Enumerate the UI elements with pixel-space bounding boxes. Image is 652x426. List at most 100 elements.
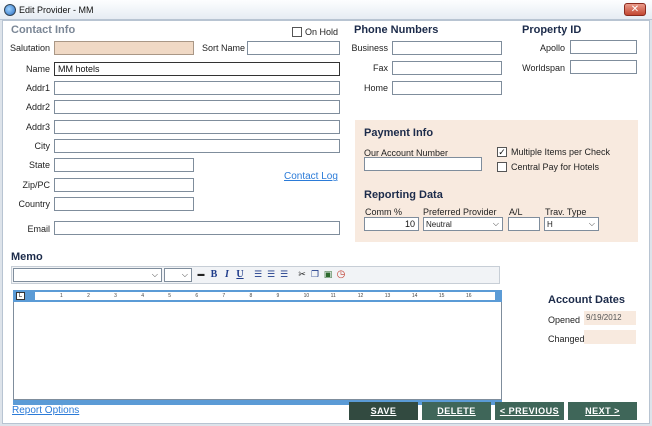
font-size-select[interactable]: ⌵	[164, 268, 192, 282]
worldspan-label: Worldspan	[522, 63, 565, 73]
country-field[interactable]	[54, 197, 194, 211]
ruler-mark: 12	[357, 293, 364, 299]
ruler-mark: 2	[87, 293, 90, 299]
report-options-link[interactable]: Report Options	[12, 405, 79, 416]
addr2-field[interactable]	[54, 100, 340, 114]
email-field[interactable]	[54, 221, 340, 235]
preferred-provider-select[interactable]: Neutral ⌵	[423, 217, 503, 231]
multiple-items-label: Multiple Items per Check	[511, 147, 611, 157]
name-field[interactable]: MM hotels	[54, 62, 340, 76]
comm-field[interactable]: 10	[364, 217, 419, 231]
ruler-mark: 10	[303, 293, 310, 299]
chevron-down-icon: ⌵	[151, 270, 158, 279]
sort-name-field[interactable]	[247, 41, 340, 55]
cut-icon[interactable]: ✂	[296, 269, 308, 281]
ruler-mark: 3	[114, 293, 117, 299]
italic-button[interactable]: I	[221, 269, 233, 281]
delete-button[interactable]: DELETE	[422, 402, 491, 420]
changed-label: Changed	[548, 334, 585, 344]
chevron-down-icon: ⌵	[492, 219, 499, 228]
font-select[interactable]: ⌵	[13, 268, 162, 282]
multiple-items-checkbox[interactable]: ✓	[497, 147, 507, 157]
addr3-label: Addr3	[25, 122, 50, 132]
underline-button[interactable]: U	[234, 269, 246, 281]
text-color-icon[interactable]: ▬	[195, 269, 207, 281]
previous-button[interactable]: < PREVIOUS	[495, 402, 564, 420]
ruler-mark: 5	[168, 293, 172, 299]
central-pay-checkbox[interactable]	[497, 162, 507, 172]
preferred-provider-value: Neutral	[426, 220, 452, 229]
trav-type-value: H	[547, 220, 553, 229]
state-label: State	[28, 160, 50, 170]
central-pay-label: Central Pay for Hotels	[511, 162, 600, 172]
align-center-icon[interactable]: ☰	[265, 269, 277, 281]
title-bar: Edit Provider - MM ✕	[0, 0, 652, 20]
trav-type-select[interactable]: H ⌵	[544, 217, 599, 231]
addr1-field[interactable]	[54, 81, 340, 95]
business-phone-field[interactable]	[392, 41, 502, 55]
opened-value: 9/19/2012	[584, 311, 636, 325]
next-button[interactable]: NEXT >	[568, 402, 637, 420]
fax-label: Fax	[372, 63, 388, 73]
changed-value	[584, 330, 636, 344]
ruler-mark: 11	[330, 293, 336, 299]
contact-log-link[interactable]: Contact Log	[284, 171, 338, 182]
ruler-mark: 13	[384, 293, 391, 299]
fax-field[interactable]	[392, 61, 502, 75]
account-dates-heading: Account Dates	[548, 294, 626, 306]
bold-button[interactable]: B	[208, 269, 220, 281]
align-right-icon[interactable]: ☰	[278, 269, 290, 281]
memo-heading: Memo	[11, 251, 43, 263]
ruler-ticks: 1 2 3 4 5 6 7 8 9 10 11 12 13 14 15 16	[35, 292, 495, 300]
phone-numbers-heading: Phone Numbers	[354, 24, 439, 36]
opened-label: Opened	[548, 315, 581, 325]
clock-icon[interactable]: ◷	[335, 269, 347, 281]
al-label: A/L	[509, 207, 523, 217]
ruler-mark: 7	[222, 293, 226, 299]
on-hold-checkbox[interactable]	[292, 27, 302, 37]
contact-info-heading: Contact Info	[11, 24, 76, 36]
addr1-label: Addr1	[25, 83, 50, 93]
memo-text-area[interactable]	[13, 302, 502, 400]
ruler-mark: 1	[60, 293, 63, 299]
paste-icon[interactable]: ▣	[322, 269, 334, 281]
zip-field[interactable]	[54, 178, 194, 192]
payment-info-heading: Payment Info	[364, 127, 434, 139]
apollo-field[interactable]	[570, 40, 637, 54]
ruler-mark: 9	[276, 293, 280, 299]
on-hold-label: On Hold	[305, 27, 339, 37]
ruler-mark: 6	[195, 293, 199, 299]
ruler-mark: 8	[249, 293, 253, 299]
country-label: Country	[18, 199, 50, 209]
zip-label: Zip/PC	[22, 180, 50, 190]
save-button[interactable]: SAVE	[349, 402, 418, 420]
sort-name-label: Sort Name	[202, 43, 246, 53]
comm-label: Comm %	[365, 207, 403, 217]
align-left-icon[interactable]: ☰	[252, 269, 264, 281]
app-icon	[4, 4, 16, 16]
ruler-mark: 14	[411, 293, 418, 299]
window-title: Edit Provider - MM	[19, 5, 94, 15]
state-field[interactable]	[54, 158, 194, 172]
salutation-label: Salutation	[10, 43, 51, 53]
reporting-data-heading: Reporting Data	[364, 189, 443, 201]
close-button[interactable]: ✕	[624, 3, 646, 16]
home-phone-field[interactable]	[392, 81, 502, 95]
al-field[interactable]	[508, 217, 540, 231]
ruler-mark: 15	[438, 293, 445, 299]
edit-provider-form: Contact Info On Hold Salutation Sort Nam…	[2, 20, 650, 424]
ruler-mark: 4	[141, 293, 145, 299]
preferred-provider-label: Preferred Provider	[423, 207, 497, 217]
name-label: Name	[25, 64, 50, 74]
account-number-field[interactable]	[364, 157, 482, 171]
worldspan-field[interactable]	[570, 60, 637, 74]
addr3-field[interactable]	[54, 120, 340, 134]
salutation-field[interactable]	[54, 41, 194, 55]
home-label: Home	[363, 83, 388, 93]
tab-stop-icon[interactable]: L	[16, 292, 25, 300]
city-field[interactable]	[54, 139, 340, 153]
copy-icon[interactable]: ❐	[309, 269, 321, 281]
property-id-heading: Property ID	[522, 24, 582, 36]
city-label: City	[34, 141, 51, 151]
addr2-label: Addr2	[25, 102, 50, 112]
